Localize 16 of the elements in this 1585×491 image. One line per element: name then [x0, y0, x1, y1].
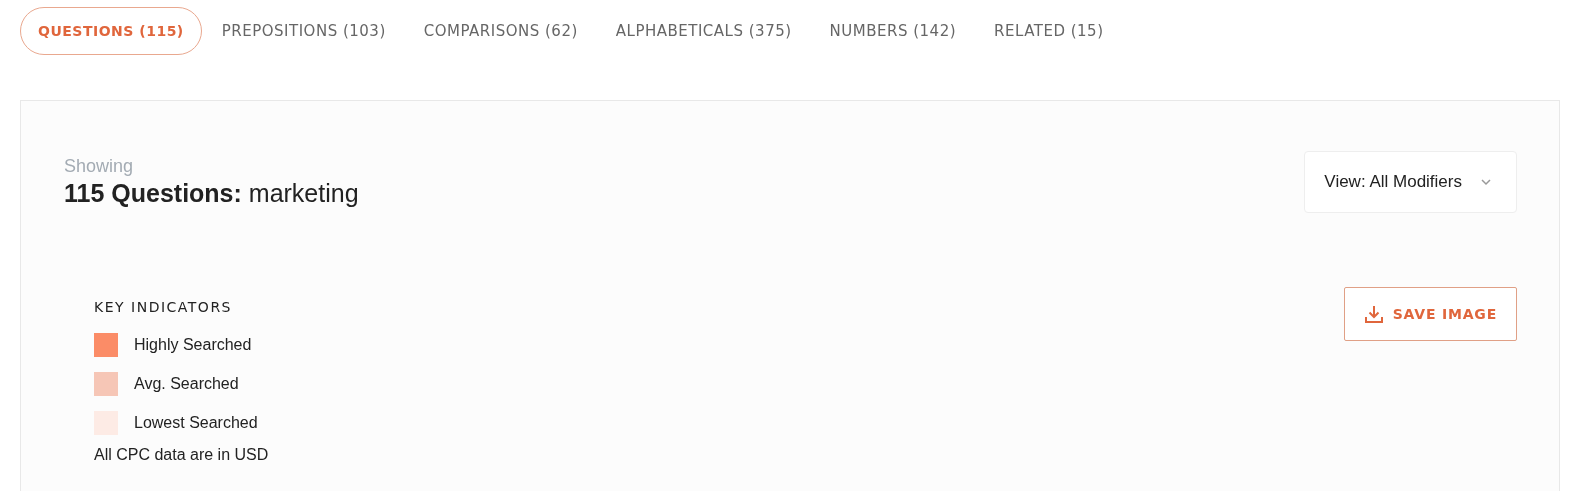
legend-label: Lowest Searched [134, 414, 258, 432]
tab[interactable]: PREPOSITIONS (103) [203, 5, 404, 56]
tab[interactable]: NUMBERS (142) [811, 5, 975, 56]
currency-note: All CPC data are in USD [94, 446, 269, 464]
tab[interactable]: COMPARISONS (62) [405, 5, 596, 56]
legend-label: Highly Searched [134, 336, 252, 354]
chevron-down-icon [1480, 178, 1492, 186]
download-icon [1363, 304, 1384, 324]
tab[interactable]: ALPHABETICALS (375) [597, 5, 810, 56]
save-image-button[interactable]: SAVE IMAGE [1343, 287, 1517, 341]
showing-label: Showing [64, 156, 135, 177]
tab[interactable]: RELATED (15) [976, 5, 1122, 56]
results-heading: 115 Questions: marketing [64, 179, 359, 208]
view-dropdown[interactable]: View: All Modifiers [1304, 151, 1517, 213]
legend-label: Avg. Searched [134, 375, 239, 393]
legend-title: KEY INDICATORS [94, 299, 233, 315]
